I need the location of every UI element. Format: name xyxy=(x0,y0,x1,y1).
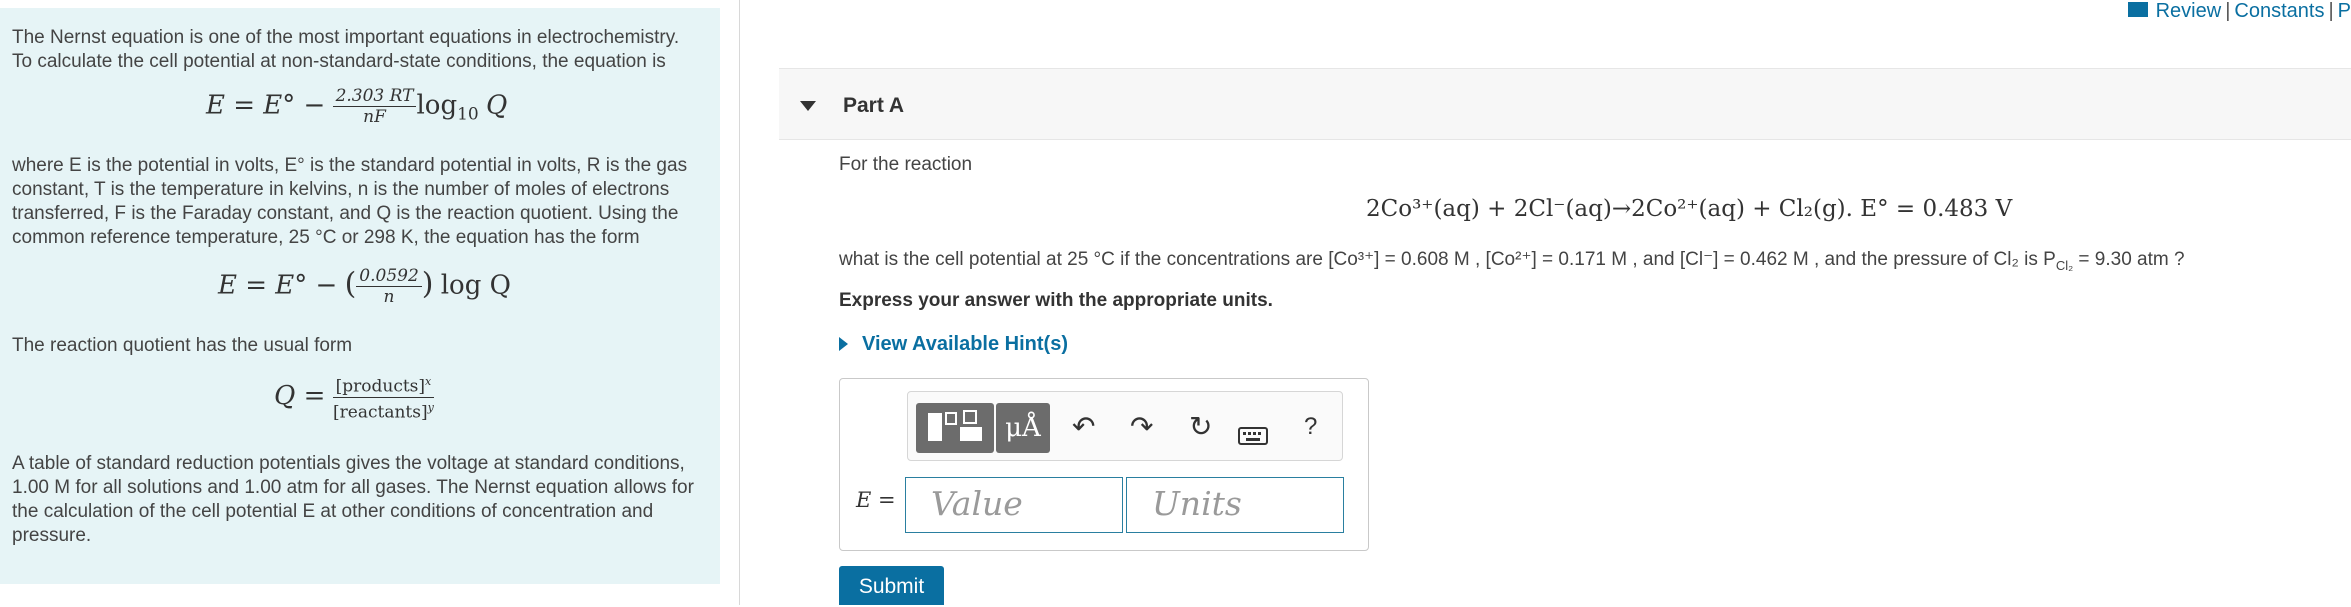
answer-box: μÅ ↶ ↷ ↻ ? E = Value Units xyxy=(839,378,1369,551)
reactants-text: [reactants] xyxy=(333,402,428,423)
log-text: log xyxy=(416,90,458,121)
keyboard-icon[interactable] xyxy=(1238,419,1268,453)
constants-link[interactable]: Constants xyxy=(2234,0,2324,22)
part-title: Part A xyxy=(843,94,905,117)
pressure-subscript: Cl₂ xyxy=(2055,257,2074,273)
intro-paragraph-2: where E is the potential in volts, E° is… xyxy=(12,155,688,248)
reset-icon[interactable]: ↻ xyxy=(1189,410,1212,444)
reaction-equation: 2Co³⁺(aq) + 2Cl⁻(aq)→2Co²⁺(aq) + Cl₂(g).… xyxy=(1366,196,2013,222)
part-header[interactable]: Part A xyxy=(779,68,2351,140)
log-base: 10 xyxy=(457,104,479,125)
units-input[interactable]: Units xyxy=(1126,477,1344,533)
value-input[interactable]: Value xyxy=(905,477,1123,533)
quotient-symbol: Q xyxy=(485,90,508,121)
link-separator: | xyxy=(2225,0,2231,22)
equation-lhs: Q = xyxy=(274,381,326,412)
equation-fraction: 2.303 RT nF xyxy=(332,86,417,127)
header-links: Review | Constants | P xyxy=(2127,0,2351,23)
nernst-equation-298: E = E° − (0.0592 n) log Q xyxy=(218,266,511,307)
exponent: y xyxy=(427,400,434,414)
intro-paragraph-4: A table of standard reduction potentials… xyxy=(12,453,694,546)
view-hints-link[interactable]: View Available Hint(s) xyxy=(839,333,1068,356)
question-prompt-text: what is the cell potential at 25 °C if t… xyxy=(839,249,2056,270)
question-prompt-tail: = 9.30 atm ? xyxy=(2073,249,2185,270)
expand-triangle-icon xyxy=(839,337,848,351)
equation-lhs: E = E° − xyxy=(206,90,326,121)
answer-instruction: Express your answer with the appropriate… xyxy=(839,290,1273,311)
reaction-quotient-equation: Q = [products]x [reactants]y xyxy=(274,372,708,442)
math-toolbar: μÅ ↶ ↷ ↻ ? xyxy=(907,391,1343,461)
units-button[interactable]: μÅ xyxy=(996,403,1050,453)
equation-fraction: 0.0592 n xyxy=(356,266,422,307)
fraction-denominator: n xyxy=(383,287,395,307)
templates-icon xyxy=(928,410,982,441)
undo-icon[interactable]: ↶ xyxy=(1072,410,1095,444)
log-q-text: log Q xyxy=(440,270,511,301)
intro-panel: The Nernst equation is one of the most i… xyxy=(0,8,720,584)
equation-lhs: E = E° − xyxy=(218,270,338,301)
equation-fraction: [products]x [reactants]y xyxy=(332,372,435,423)
periodic-table-link[interactable]: P xyxy=(2338,0,2351,22)
question-prompt: what is the cell potential at 25 °C if t… xyxy=(839,248,2185,273)
submit-button[interactable]: Submit xyxy=(839,566,944,605)
collapse-caret-icon[interactable] xyxy=(800,101,816,111)
nernst-equation: E = E° − 2.303 RT nF log10 Q xyxy=(206,86,708,144)
intro-paragraph-3: The reaction quotient has the usual form xyxy=(12,335,353,356)
fraction-denominator: nF xyxy=(363,107,386,127)
fraction-numerator: 0.0592 xyxy=(356,266,422,287)
redo-icon[interactable]: ↷ xyxy=(1130,410,1153,444)
exponent: x xyxy=(425,375,432,388)
fraction-denominator: [reactants]y xyxy=(333,398,435,423)
question-lead: For the reaction xyxy=(839,154,973,175)
products-text: [products] xyxy=(335,376,426,397)
templates-button[interactable] xyxy=(916,403,994,453)
link-separator: | xyxy=(2328,0,2334,22)
book-icon xyxy=(2127,2,2148,18)
review-link[interactable]: Review xyxy=(2156,0,2222,22)
fraction-numerator: [products]x xyxy=(332,372,435,398)
answer-label: E = xyxy=(856,488,896,512)
intro-paragraph-1: The Nernst equation is one of the most i… xyxy=(12,27,680,72)
panel-divider xyxy=(739,0,740,605)
help-icon[interactable]: ? xyxy=(1304,410,1317,444)
hint-link-label: View Available Hint(s) xyxy=(862,333,1068,355)
fraction-numerator: 2.303 RT xyxy=(332,86,417,107)
